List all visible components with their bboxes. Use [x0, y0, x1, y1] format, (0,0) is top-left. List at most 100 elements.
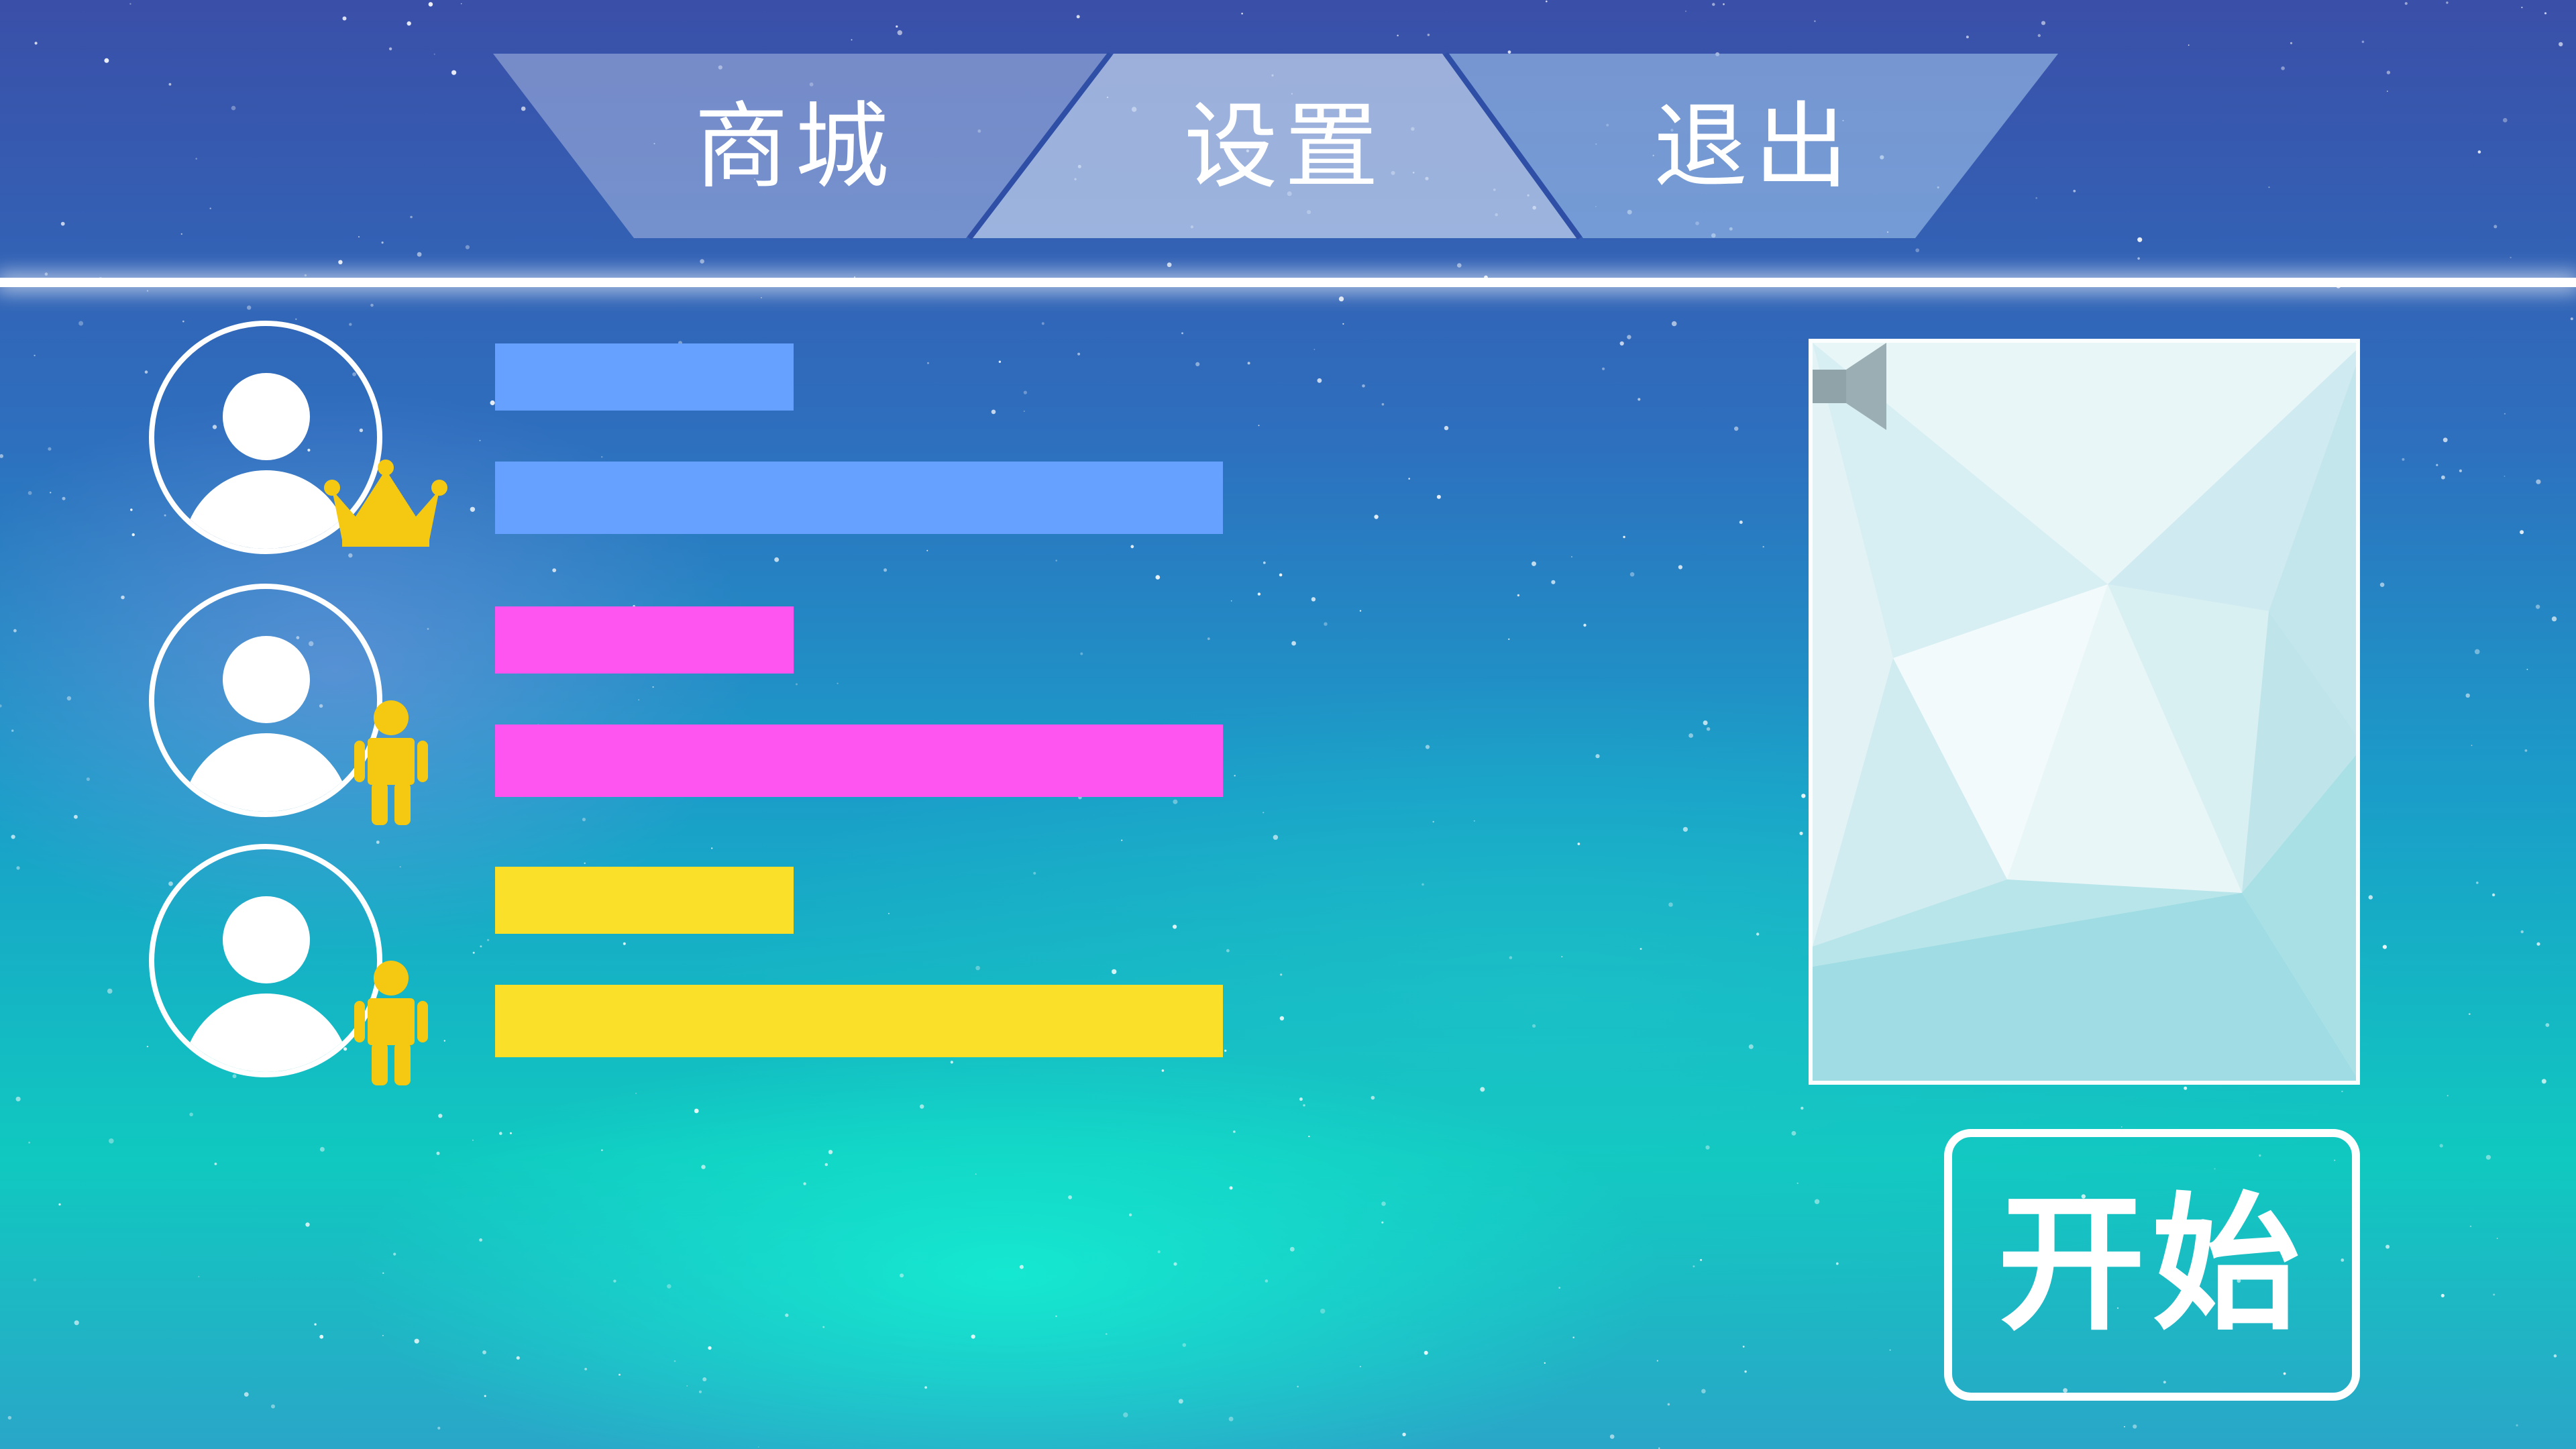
player-3-info-bar [495, 985, 1223, 1057]
star [1425, 745, 1430, 749]
star [7, 1415, 12, 1420]
star [1289, 1246, 1295, 1252]
star [2447, 1095, 2449, 1097]
star [1656, 1360, 1658, 1362]
star [1701, 1389, 1706, 1394]
star [1436, 494, 1441, 499]
top-nav: 商城 设置 退出 [0, 0, 2576, 255]
star [1799, 831, 1803, 835]
star [2520, 530, 2524, 535]
star [2504, 413, 2506, 415]
star [33, 1278, 37, 1282]
star [2510, 256, 2512, 259]
star [2536, 942, 2540, 946]
star [1796, 1182, 1799, 1184]
star [1374, 515, 1379, 519]
avatar-head [223, 896, 310, 983]
star [472, 1139, 474, 1141]
star [319, 1334, 324, 1339]
preview-panel [1809, 339, 2360, 1085]
player-row-2 [0, 578, 1275, 833]
tab-shop-label[interactable]: 商城 [674, 94, 916, 201]
star [1182, 1343, 1187, 1347]
star [1734, 426, 1739, 431]
star [828, 1150, 833, 1155]
star [1320, 1308, 1326, 1314]
star [701, 1165, 706, 1169]
star [1609, 1434, 1615, 1439]
star [1889, 1349, 1891, 1351]
star [482, 1350, 486, 1354]
star [1791, 1131, 1796, 1136]
star [1551, 580, 1556, 584]
star [1123, 1412, 1128, 1417]
star [1623, 535, 1625, 539]
star [1457, 263, 1462, 268]
star [824, 1163, 828, 1167]
star [920, 1104, 924, 1109]
star [2459, 469, 2462, 473]
star [1313, 349, 1316, 350]
star [244, 1392, 249, 1397]
star [761, 297, 762, 299]
player-2-avatar[interactable] [149, 584, 382, 817]
star [2553, 1354, 2557, 1358]
star [1019, 1265, 1024, 1269]
star [1317, 378, 1322, 383]
star [414, 1338, 419, 1344]
tab-exit-label[interactable]: 退出 [1633, 94, 1875, 201]
player-3-avatar[interactable] [149, 844, 382, 1077]
star [304, 274, 307, 277]
star [2133, 1424, 2137, 1429]
star [2491, 893, 2496, 897]
star [1619, 341, 1624, 346]
star [1532, 561, 1536, 566]
star [2516, 1424, 2518, 1427]
tab-settings-label[interactable]: 设置 [1164, 94, 1405, 201]
star [214, 1163, 217, 1165]
star [924, 1386, 927, 1389]
star [1473, 820, 1475, 822]
speaker-muted-icon[interactable] [1813, 343, 1886, 430]
player-3-name-bar [495, 867, 794, 934]
star [1178, 1399, 1183, 1404]
star [2402, 458, 2405, 461]
star [1517, 594, 1520, 597]
star [1739, 521, 1743, 524]
star [1638, 398, 1641, 401]
star [58, 1203, 61, 1206]
star [1667, 1403, 1670, 1406]
star [44, 272, 48, 276]
star [619, 1373, 621, 1376]
star [1668, 902, 1673, 907]
star [2504, 476, 2506, 477]
star [1229, 1186, 1233, 1190]
person-icon [354, 961, 428, 1085]
star [1814, 1199, 1820, 1204]
star [314, 1323, 317, 1326]
star [2570, 317, 2573, 321]
star [2471, 745, 2473, 747]
star [698, 1390, 702, 1393]
star [2379, 582, 2385, 587]
star [1303, 1104, 1305, 1107]
star [975, 1173, 977, 1175]
star [484, 1395, 486, 1397]
star [1480, 1087, 1485, 1092]
star [2439, 1144, 2443, 1148]
star [1167, 262, 1172, 268]
star [674, 1360, 676, 1362]
star [146, 290, 149, 292]
star [437, 1426, 441, 1430]
star [1801, 1106, 1804, 1110]
star [822, 1326, 825, 1328]
start-button[interactable]: 开始 [1944, 1129, 2360, 1401]
star [584, 1368, 587, 1371]
star [708, 1346, 712, 1350]
star [1173, 1262, 1177, 1266]
star [1705, 1145, 1710, 1150]
star [510, 1132, 512, 1134]
star [2341, 1090, 2343, 1093]
star [1359, 1366, 1361, 1368]
star [1544, 1362, 1546, 1364]
